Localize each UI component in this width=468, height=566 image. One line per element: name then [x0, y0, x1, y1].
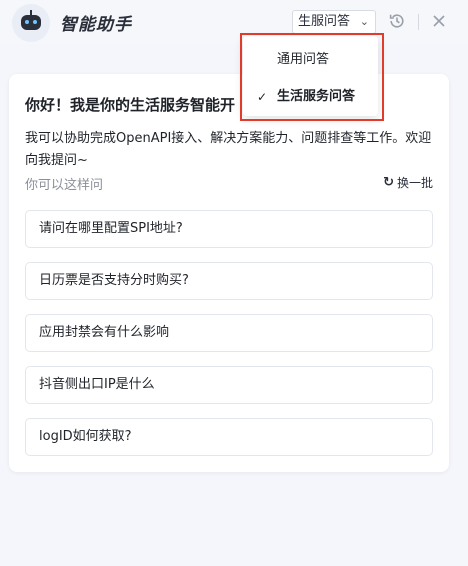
- mode-dropdown-menu: 通用问答 ✓ 生活服务问答: [243, 36, 378, 116]
- refresh-button[interactable]: ↻ 换一批: [383, 174, 433, 191]
- refresh-icon: ↻: [383, 175, 394, 190]
- ask-hint-label: 你可以这样问: [25, 178, 104, 193]
- mode-select-value: 生服问答: [298, 14, 351, 29]
- dropdown-item-general-qa[interactable]: 通用问答: [243, 47, 378, 73]
- header-bar: 智能助手 生服问答 ⌄: [0, 0, 468, 44]
- check-icon: ✓: [257, 90, 268, 104]
- chat-welcome-card: 你好！我是你的生活服务智能开 我可以协助完成OpenAPI接入、解决方案能力、问…: [9, 74, 449, 472]
- refresh-label: 换一批: [396, 176, 433, 190]
- history-icon[interactable]: [388, 12, 406, 30]
- chevron-down-icon: ⌄: [359, 15, 369, 28]
- greeting-title: 你好！我是你的生活服务智能开: [25, 96, 236, 114]
- suggested-question[interactable]: 抖音侧出口IP是什么: [25, 366, 433, 404]
- suggested-questions: 请问在哪里配置SPI地址? 日历票是否支持分时购买? 应用封禁会有什么影响 抖音…: [25, 210, 433, 470]
- close-icon[interactable]: [430, 12, 448, 30]
- suggested-question[interactable]: 应用封禁会有什么影响: [25, 314, 433, 352]
- mode-select[interactable]: 生服问答 ⌄: [292, 10, 376, 34]
- suggested-question[interactable]: 日历票是否支持分时购买?: [25, 262, 433, 300]
- intro-text: 我可以协助完成OpenAPI接入、解决方案能力、问题排查等工作。欢迎向我提问~: [25, 131, 432, 168]
- dropdown-item-life-service-qa[interactable]: ✓ 生活服务问答: [243, 84, 378, 110]
- suggested-question[interactable]: 请问在哪里配置SPI地址?: [25, 210, 433, 248]
- dropdown-item-label: 生活服务问答: [277, 89, 356, 104]
- app-title: 智能助手: [60, 15, 132, 35]
- suggested-question[interactable]: logID如何获取?: [25, 418, 433, 456]
- header-divider: [418, 14, 419, 30]
- dropdown-item-label: 通用问答: [277, 52, 330, 67]
- robot-logo-icon: [12, 4, 50, 42]
